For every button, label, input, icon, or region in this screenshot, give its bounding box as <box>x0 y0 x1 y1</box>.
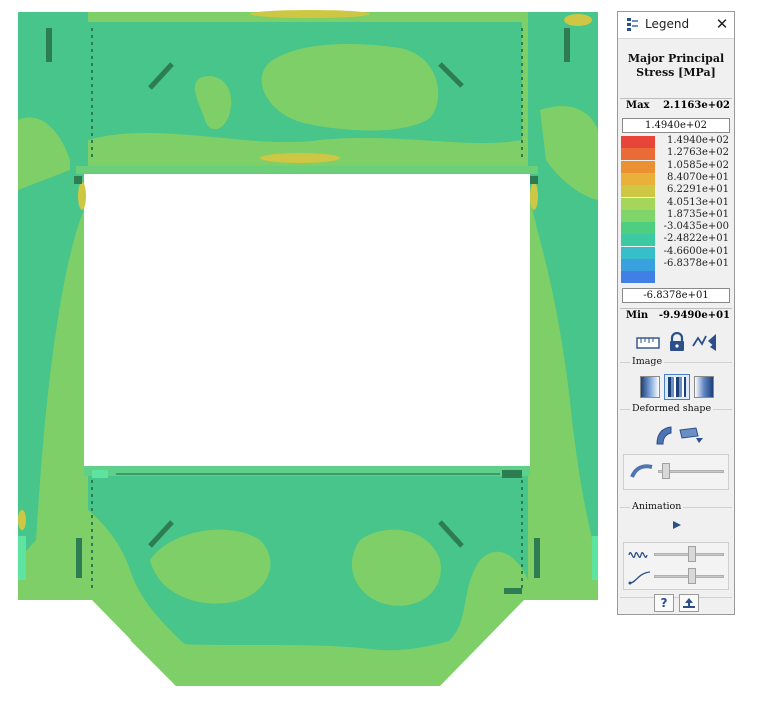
ruler-icon[interactable] <box>636 336 660 350</box>
max-value: 2.1163e+02 <box>663 100 730 111</box>
amplitude-slider-thumb[interactable] <box>688 546 696 562</box>
hot-spot-lower-left <box>18 510 26 530</box>
color-band <box>621 197 655 210</box>
scale-tick-label: 1.8735e+01 <box>666 208 729 220</box>
image-section-label: Image <box>630 356 665 367</box>
divider <box>620 597 732 598</box>
opening-top-strip <box>76 166 538 174</box>
scale-tick-label: 4.0513e+01 <box>666 196 729 208</box>
color-band <box>621 136 655 148</box>
min-label: Min <box>626 310 649 321</box>
corner-marker <box>92 470 108 478</box>
color-band <box>621 271 655 284</box>
probe-icon[interactable] <box>692 332 718 352</box>
deform-slider-thumb[interactable] <box>662 463 670 479</box>
smooth-image-icon[interactable] <box>640 376 660 398</box>
hot-spot-right <box>530 182 538 210</box>
result-title-line2: Stress [MPa] <box>636 66 716 79</box>
color-band <box>621 209 655 222</box>
banded-image-button[interactable] <box>664 374 690 400</box>
deformed-section-label: Deformed shape <box>630 403 714 414</box>
scale-tick-label: 1.0585e+02 <box>666 159 729 171</box>
amplitude-icon <box>628 552 648 558</box>
color-band <box>621 160 655 173</box>
app-logo-icon <box>627 18 638 31</box>
stiffener-light <box>18 536 26 580</box>
corner-marker <box>502 470 522 478</box>
stiffener <box>534 538 540 578</box>
lower-limit-input[interactable]: -6.8378e+01 <box>622 288 730 303</box>
export-icon <box>683 598 695 608</box>
model-viewport[interactable] <box>0 0 612 702</box>
scale-tick-label: -3.0435e+00 <box>663 221 729 233</box>
color-band <box>621 259 655 271</box>
corner-marker <box>504 588 522 594</box>
scale-tick-label: 1.2763e+02 <box>666 147 729 159</box>
max-label: Max <box>626 100 650 111</box>
lock-icon[interactable] <box>668 332 686 352</box>
deform-icon[interactable] <box>654 424 674 446</box>
min-value: -9.9490e+01 <box>658 310 730 321</box>
color-scale: 1.4940e+02 1.2763e+02 1.0585e+02 8.4070e+01… <box>621 135 733 284</box>
scale-tick-label: -2.4822e+01 <box>663 233 729 245</box>
hot-spot-top2 <box>260 153 340 163</box>
corner-marker <box>74 176 82 184</box>
color-band <box>621 222 655 235</box>
export-button[interactable] <box>679 594 699 612</box>
scale-tick-label: -6.8378e+01 <box>663 258 729 269</box>
min-row: Min -9.9490e+01 <box>620 308 732 323</box>
color-band <box>621 148 655 161</box>
color-band <box>621 185 655 198</box>
deform-scale-group <box>623 454 729 490</box>
gradient-image-icon[interactable] <box>694 376 714 398</box>
play-icon[interactable] <box>672 520 682 530</box>
help-icon[interactable]: ? <box>654 594 674 612</box>
legend-panel: Legend ✕ Major Principal Stress [MPa] Ma… <box>617 11 735 615</box>
scale-tick-label: 8.4070e+01 <box>666 171 729 183</box>
scale-tick-label: 1.4940e+02 <box>666 135 729 146</box>
upper-limit-input[interactable]: 1.4940e+02 <box>622 118 730 133</box>
scale-tick-label: -4.6600e+01 <box>663 245 729 257</box>
close-icon[interactable]: ✕ <box>713 15 731 33</box>
stiffener-light <box>592 536 598 580</box>
result-title-line1: Major Principal <box>627 52 725 65</box>
color-band <box>621 172 655 185</box>
stress-contour-plot <box>18 10 598 686</box>
corner-marker <box>530 176 538 184</box>
speed-slider-thumb[interactable] <box>688 568 696 584</box>
speed-icon <box>628 571 651 585</box>
color-band <box>621 234 655 247</box>
color-band <box>621 246 655 259</box>
legend-window-title: Legend <box>645 17 690 31</box>
deform-amount-icon <box>630 464 653 478</box>
legend-titlebar[interactable]: Legend ✕ <box>618 12 734 39</box>
stiffener <box>46 28 52 62</box>
hot-spot-top <box>250 10 370 18</box>
hot-spot-left <box>78 182 86 210</box>
scale-tick-label: 6.2291e+01 <box>666 184 729 196</box>
hot-spot-right2 <box>564 14 592 26</box>
animation-group <box>623 542 729 590</box>
deform-scale-icon[interactable] <box>678 426 704 444</box>
frame-opening <box>84 174 530 466</box>
stiffener <box>76 538 82 578</box>
stiffener <box>564 28 570 62</box>
animation-section-label: Animation <box>630 501 684 512</box>
banded-image-icon <box>668 377 686 397</box>
result-title: Major Principal Stress [MPa] <box>618 52 734 80</box>
max-row: Max 2.1163e+02 <box>620 98 732 113</box>
